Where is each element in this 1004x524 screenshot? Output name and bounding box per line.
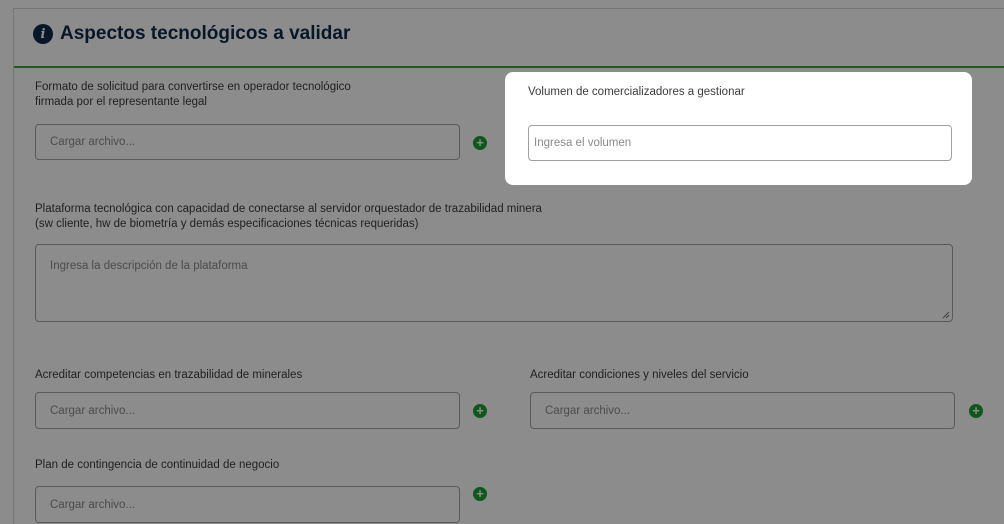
volumen-input[interactable]: Ingresa el volumen (528, 125, 952, 161)
volumen-label: Volumen de comercializadores a gestionar (528, 86, 745, 98)
highlighted-volumen-card: Volumen de comercializadores a gestionar… (505, 72, 972, 185)
page: i Aspectos tecnológicos a validar Format… (0, 0, 1004, 524)
